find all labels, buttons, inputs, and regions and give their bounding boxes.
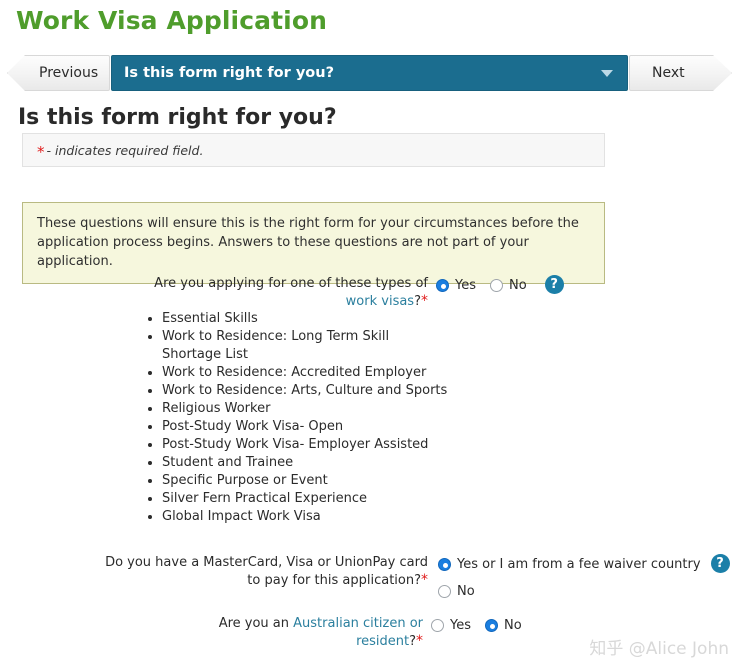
- question-mark-icon[interactable]: ?: [710, 554, 730, 573]
- list-item: Post-Study Work Visa- Open: [162, 418, 448, 436]
- list-item: Work to Residence: Arts, Culture and Spo…: [162, 382, 448, 400]
- page-title: Work Visa Application: [16, 6, 328, 35]
- radio-input[interactable]: [436, 278, 449, 292]
- radio-option-yes[interactable]: Yes: [436, 275, 476, 295]
- australian-citizen-link[interactable]: Australian citizen or resident: [293, 616, 423, 649]
- list-item: Work to Residence: Long Term Skill Short…: [162, 328, 448, 364]
- list-item: Essential Skills: [162, 310, 448, 328]
- required-asterisk-icon: *: [37, 142, 45, 161]
- list-item: Religious Worker: [162, 400, 448, 418]
- visa-types-list: Essential Skills Work to Residence: Long…: [148, 310, 448, 526]
- required-asterisk-icon: *: [416, 633, 423, 649]
- list-item: Post-Study Work Visa- Employer Assisted: [162, 436, 448, 454]
- radio-input[interactable]: [490, 278, 503, 292]
- radio-group-no: No: [490, 275, 527, 295]
- previous-button-label: Previous: [39, 65, 99, 81]
- chevron-down-icon: [601, 69, 613, 77]
- question-label-text: Are you applying for one of these types …: [154, 276, 428, 291]
- required-field-notice: * - indicates required field.: [22, 133, 605, 167]
- radio-input[interactable]: [485, 618, 498, 632]
- question-label-text: Are you an: [218, 616, 294, 631]
- info-box-text: These questions will ensure this is the …: [37, 216, 579, 269]
- radio-option-no[interactable]: No: [438, 581, 701, 601]
- list-item: Global Impact Work Visa: [162, 508, 448, 526]
- work-visas-link[interactable]: work visas: [346, 294, 414, 309]
- radio-label: No: [504, 617, 522, 633]
- next-button[interactable]: Next: [629, 55, 732, 91]
- radio-group: Yes or I am from a fee waiver country No: [438, 554, 701, 601]
- question-work-visa-types: Are you applying for one of these types …: [133, 275, 733, 311]
- radio-label: Yes: [455, 277, 476, 293]
- section-heading: Is this form right for you?: [18, 105, 337, 130]
- radio-group-no: No: [485, 615, 522, 635]
- next-button-label: Next: [652, 65, 685, 81]
- required-asterisk-icon: *: [421, 293, 428, 309]
- question-payment-card: Do you have a MasterCard, Visa or UnionP…: [103, 554, 733, 601]
- required-asterisk-icon: *: [421, 572, 428, 588]
- form-page: Work Visa Application Previous Is this f…: [0, 0, 739, 671]
- step-navigation-bar: Previous Is this form right for you? Nex…: [7, 55, 732, 91]
- question-label-suffix: ?: [409, 634, 416, 649]
- radio-label: No: [509, 277, 527, 293]
- step-select[interactable]: Is this form right for you?: [111, 55, 628, 91]
- step-select-value: Is this form right for you?: [124, 65, 334, 81]
- radio-input[interactable]: [438, 584, 451, 598]
- question-mark-icon[interactable]: ?: [544, 275, 564, 294]
- radio-input[interactable]: [438, 557, 451, 571]
- question-label: Do you have a MasterCard, Visa or UnionP…: [103, 554, 428, 590]
- radio-label: No: [457, 583, 475, 599]
- list-item: Work to Residence: Accredited Employer: [162, 364, 448, 382]
- info-box: These questions will ensure this is the …: [22, 202, 605, 284]
- radio-option-yes[interactable]: Yes: [431, 615, 471, 635]
- list-item: Specific Purpose or Event: [162, 472, 448, 490]
- list-item: Silver Fern Practical Experience: [162, 490, 448, 508]
- radio-group: Yes: [431, 615, 471, 635]
- list-item: Student and Trainee: [162, 454, 448, 472]
- question-label: Are you an Australian citizen or residen…: [168, 615, 423, 651]
- radio-input[interactable]: [431, 618, 444, 632]
- radio-option-yes[interactable]: Yes or I am from a fee waiver country: [438, 554, 701, 574]
- question-label: Are you applying for one of these types …: [133, 275, 428, 311]
- radio-option-no[interactable]: No: [490, 275, 527, 295]
- required-field-note: - indicates required field.: [46, 142, 204, 158]
- radio-label: Yes: [450, 617, 471, 633]
- radio-label: Yes or I am from a fee waiver country: [457, 556, 701, 572]
- question-label-suffix: ?: [414, 294, 421, 309]
- previous-button[interactable]: Previous: [7, 55, 110, 91]
- watermark: 知乎 @Alice John: [589, 639, 729, 659]
- radio-group: Yes: [436, 275, 476, 295]
- radio-option-no[interactable]: No: [485, 615, 522, 635]
- question-label-text: Do you have a MasterCard, Visa or UnionP…: [105, 555, 428, 588]
